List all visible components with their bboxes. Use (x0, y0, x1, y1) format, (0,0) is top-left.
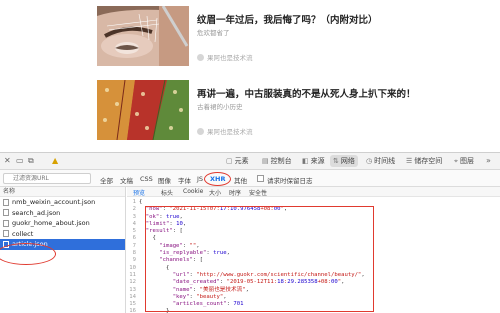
request-detail: 预览 标头 Cookie 大小 时序 安全性 1{2 "now": "2021-… (127, 187, 500, 313)
tab-label: 预览 (133, 190, 146, 197)
detach-icon[interactable]: ⧉ (28, 156, 34, 166)
line-text: { (139, 199, 143, 205)
tab-label: 来源 (310, 157, 325, 165)
line-number: 5 (132, 228, 136, 235)
preserve-log-checkbox[interactable] (257, 175, 264, 182)
detail-tabs: 预览 标头 Cookie 大小 时序 安全性 (127, 187, 500, 197)
tab-sources[interactable]: ◧ 来源 (302, 156, 325, 166)
filter-type-css[interactable]: CSS (140, 175, 153, 183)
timeline-icon: ◷ (366, 157, 373, 165)
preserve-log-label: 请求时保留日志 (267, 177, 313, 185)
request-list-header[interactable]: 名称 (0, 187, 125, 197)
line-number: 12 (129, 279, 136, 286)
article-subtitle: 危欢都省了 (197, 29, 230, 37)
file-icon (3, 198, 9, 206)
tab-timeline[interactable]: ◷ 时间线 (366, 156, 395, 166)
line-number: 9 (132, 257, 136, 264)
line-number: 7 (132, 242, 136, 249)
article-meta: 果阿也是技术流 (197, 126, 253, 136)
tab-sizes[interactable]: 大小 (209, 188, 221, 197)
network-icon: ⇅ (333, 157, 339, 165)
request-name: nmb_weixin_account.json (12, 198, 96, 207)
network-filterbar: ⌕ 全部 文稿 CSS 图像 字体 JS XHR 其他 请求时保留日志 (0, 170, 500, 187)
line-number: 15 (129, 301, 136, 308)
tab-timing[interactable]: 时序 (229, 188, 241, 197)
article-meta: 果阿也是技术流 (197, 52, 253, 62)
tab-cookies[interactable]: Cookie (183, 188, 203, 195)
article-feed: 纹眉一年过后，我后悔了吗？（内附对比） 危欢都省了 果阿也是技术流 再讲一遍，中… (0, 0, 500, 152)
line-number: 10 (129, 264, 136, 271)
article-thumbnail-eyebrow[interactable] (97, 6, 189, 66)
request-item[interactable]: collect (0, 229, 125, 240)
filter-type-other[interactable]: 其他 (234, 175, 247, 185)
tab-label: 元素 (234, 157, 249, 165)
layers-icon: ⌖ (454, 157, 458, 165)
tab-security[interactable]: 安全性 (249, 188, 267, 197)
tab-elements[interactable]: ▢ 元素 (226, 156, 249, 166)
tab-console[interactable]: ▤ 控制台 (262, 156, 292, 166)
console-icon: ▤ (262, 157, 269, 165)
json-annotation-box (145, 206, 374, 312)
article-title[interactable]: 纹眉一年过后，我后悔了吗？（内附对比） (197, 12, 378, 26)
line-number: 2 (132, 206, 136, 213)
warning-icon[interactable]: ▲ (52, 156, 58, 166)
request-name: collect (12, 229, 34, 238)
line-number: 14 (129, 293, 136, 300)
author-name[interactable]: 果阿也是技术流 (207, 52, 253, 62)
tab-network[interactable]: ⇅ 网络 (330, 155, 358, 167)
line-number: 16 (129, 308, 136, 313)
request-name: guokr_home_about.json (12, 219, 90, 228)
file-icon (3, 230, 9, 238)
request-name: search_ad.json (12, 208, 61, 217)
storage-icon: ☰ (406, 157, 413, 165)
xhr-annotation-circle (204, 172, 231, 186)
tab-layers[interactable]: ⌖ 图层 (454, 156, 474, 166)
file-icon (3, 219, 9, 227)
tab-storage[interactable]: ☰ 储存空间 (406, 156, 442, 166)
more-icon[interactable]: » (486, 156, 491, 166)
tab-label: 控制台 (270, 157, 292, 165)
line-number: 8 (132, 250, 136, 257)
line-number: 6 (132, 235, 136, 242)
tab-preview[interactable]: 预览 (133, 188, 145, 197)
article-card-1[interactable]: 纹眉一年过后，我后悔了吗？（内附对比） 危欢都省了 果阿也是技术流 (97, 6, 497, 68)
filter-type-all[interactable]: 全部 (100, 175, 113, 185)
article-thumbnail-fabrics[interactable] (97, 80, 189, 140)
dock-icon[interactable]: ▭ (16, 156, 24, 166)
line-number: 1 (132, 199, 136, 205)
sources-icon: ◧ (302, 157, 309, 165)
request-annotation-circle (0, 243, 56, 265)
tab-label: 时间线 (374, 157, 396, 165)
line-number: 13 (129, 286, 136, 293)
tab-label: 储存空间 (414, 157, 443, 165)
devtools-panel: ✕ ▭ ⧉ ▲ ▢ 元素 ▤ 控制台 ◧ 来源 ⇅ 网络 ◷ 时间线 ☰ 储存空间 ⌖ 图层 … (0, 152, 500, 313)
filter-type-font[interactable]: 字体 (178, 175, 191, 185)
close-icon[interactable]: ✕ (4, 156, 11, 166)
request-item[interactable]: guokr_home_about.json (0, 218, 125, 229)
tab-label: 网络 (340, 157, 355, 165)
tab-headers[interactable]: 标头 (161, 188, 173, 197)
devtools-tabbar: ✕ ▭ ⧉ ▲ ▢ 元素 ▤ 控制台 ◧ 来源 ⇅ 网络 ◷ 时间线 ☰ 储存空间 ⌖ 图层 … (0, 153, 500, 170)
filter-type-document[interactable]: 文稿 (120, 175, 133, 185)
request-item[interactable]: search_ad.json (0, 208, 125, 219)
request-list: 名称 nmb_weixin_account.json search_ad.jso… (0, 187, 126, 313)
elements-icon: ▢ (226, 157, 233, 165)
article-subtitle: 古着裙的小历史 (197, 103, 243, 111)
tab-label: 图层 (459, 157, 474, 165)
author-avatar (197, 127, 204, 135)
article-title[interactable]: 再讲一遍，中古服装真的不是从死人身上扒下来的！ (197, 86, 416, 100)
author-avatar (197, 53, 204, 61)
filter-url-input[interactable] (3, 173, 91, 184)
line-number: 3 (132, 213, 136, 220)
line-number: 11 (129, 271, 136, 278)
filter-type-js[interactable]: JS (197, 175, 203, 183)
filter-type-image[interactable]: 图像 (158, 175, 171, 185)
line-number: 4 (132, 220, 136, 227)
article-card-2[interactable]: 再讲一遍，中古服装真的不是从死人身上扒下来的！ 古着裙的小历史 果阿也是技术流 (97, 80, 497, 142)
file-icon (3, 209, 9, 217)
author-name[interactable]: 果阿也是技术流 (207, 126, 253, 136)
request-item[interactable]: nmb_weixin_account.json (0, 197, 125, 208)
